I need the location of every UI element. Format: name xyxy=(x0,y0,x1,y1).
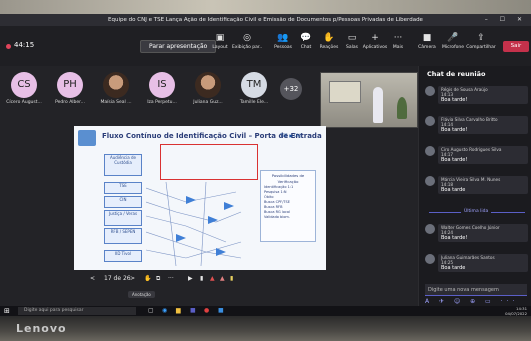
tooltip: Anotação xyxy=(128,291,155,298)
highlighter-icon[interactable]: ▮ xyxy=(230,275,233,282)
view-button[interactable]: ◎ Exibição par... xyxy=(232,32,262,52)
chat-compose-toolbar[interactable]: A ✈ ☺ ⊕ ▭ ··· xyxy=(425,298,527,306)
more-participants-button[interactable]: +32 xyxy=(280,78,302,100)
chat-input[interactable]: Digite uma nova mensagem xyxy=(425,284,527,296)
presenter-controls: < 17 de 26 > ✋ ⧉ ··· ▶ ▮ ▲ ▲ ▮ xyxy=(86,272,266,288)
chat-panel: Chat de reunião Régis de Sousa Araújo 14:… xyxy=(418,66,531,306)
participant-tile[interactable]: Juliana Guz... xyxy=(190,72,226,108)
laser-pointer-icon[interactable]: ▶ xyxy=(188,275,193,282)
windows-taskbar: ⊞ Digite aqui para pesquisar ▢ ◉ ▆ ■ ● ■… xyxy=(0,306,531,316)
participant-tile[interactable]: CS Cícero August... xyxy=(6,72,42,108)
view-icon: ◎ xyxy=(243,33,251,43)
slide-logo-icon xyxy=(78,130,96,146)
slide-highlight-frame xyxy=(160,144,258,180)
chrome-icon[interactable]: ● xyxy=(204,307,209,314)
photo-background-top xyxy=(0,0,531,14)
participant-tile[interactable]: TM Tamille Ele... xyxy=(236,72,272,108)
grid-icon[interactable]: ⧉ xyxy=(156,275,160,283)
unread-divider: Última lida xyxy=(429,209,525,219)
flow-box: Justiça / Veras xyxy=(104,210,142,226)
window-title: Equipe do CNJ e TSE Lança Ação de Identi… xyxy=(108,17,423,23)
recording-dot-icon xyxy=(6,44,11,49)
participant-tile[interactable]: PH Pedro Alber... xyxy=(52,72,88,108)
previous-slide-button[interactable]: < xyxy=(90,275,95,282)
flow-box: TSE xyxy=(104,182,142,194)
taskbar-clock: 14:31 04/07/2022 xyxy=(505,306,527,316)
window-controls[interactable]: – ☐ ✕ xyxy=(485,14,527,26)
page-indicator: 17 de 26 xyxy=(104,275,131,282)
flow-diagram-connections xyxy=(146,182,242,266)
monitor-bezel: Lenovo xyxy=(0,316,531,341)
verification-box: Possibilidades de Verificação Identifica… xyxy=(260,170,316,242)
flow-box: IID Tivol xyxy=(104,250,142,262)
avatar: CS xyxy=(11,72,37,98)
microphone-icon: 🎤 xyxy=(447,33,459,43)
more-icon[interactable]: ··· xyxy=(168,275,174,282)
meeting-toolbar: 44:15 Parar apresentação ▣ Layout ◎ Exibiç… xyxy=(0,26,531,66)
leave-button[interactable]: Sair xyxy=(503,41,529,52)
more-icon: ··· xyxy=(393,33,403,43)
edge-icon[interactable]: ◉ xyxy=(162,307,167,314)
window-titlebar: Equipe do CNJ e TSE Lança Ação de Identi… xyxy=(0,14,531,26)
share-icon: ⇪ xyxy=(477,33,485,43)
participant-tile[interactable]: Maísia Seal ... xyxy=(98,72,134,108)
layout-button[interactable]: ▣ Layout xyxy=(205,32,235,52)
flow-box: Audiência de Custódia xyxy=(104,154,142,176)
avatar xyxy=(425,224,435,234)
windows-start-icon[interactable]: ⊞ xyxy=(4,307,10,315)
flow-box: RFB / SEPEN xyxy=(104,228,142,244)
avatar: IS xyxy=(149,72,175,98)
outlook-icon[interactable]: ■ xyxy=(218,307,224,314)
eraser-icon[interactable]: ▮ xyxy=(200,275,203,282)
shared-slide: Fluxo Contínuo de Identificação Civil – … xyxy=(74,126,326,270)
avatar xyxy=(425,86,435,96)
avatar: PH xyxy=(57,72,83,98)
chat-header: Chat de reunião xyxy=(427,70,486,78)
teams-icon[interactable]: ■ xyxy=(190,307,196,314)
share-button[interactable]: ⇪ Compartilhar xyxy=(466,32,496,52)
video-room-screen xyxy=(329,81,361,103)
avatar xyxy=(425,254,435,264)
participants-row: CS Cícero August... PH Pedro Alber... Maís… xyxy=(0,66,315,124)
avatar xyxy=(425,116,435,126)
meeting-timer: 44:15 xyxy=(14,41,35,49)
next-slide-button[interactable]: > xyxy=(130,275,135,282)
slide-brand: TSE ▣ CNJ xyxy=(280,133,301,138)
video-plant xyxy=(397,97,407,119)
avatar xyxy=(425,146,435,156)
pointer-icon[interactable]: ✋ xyxy=(144,275,151,282)
flow-box: CIN xyxy=(104,196,142,208)
avatar: TM xyxy=(241,72,267,98)
participant-tile[interactable]: IS Iza Perpetu... xyxy=(144,72,180,108)
folder-icon[interactable]: ▆ xyxy=(176,307,181,314)
task-view-icon[interactable]: ▢ xyxy=(148,307,154,314)
monitor-screen: Equipe do CNJ e TSE Lança Ação de Identi… xyxy=(0,14,531,316)
taskbar-search-input[interactable]: Digite aqui para pesquisar xyxy=(18,307,136,315)
microphone-button[interactable]: 🎤 Microfone xyxy=(438,32,468,52)
layout-icon: ▣ xyxy=(215,33,225,43)
speaker-video[interactable] xyxy=(320,72,418,128)
pen-pink-icon[interactable]: ▲ xyxy=(220,275,225,282)
bezel-brand-logo: Lenovo xyxy=(16,322,67,335)
video-speaker-figure xyxy=(373,87,383,123)
avatar xyxy=(195,72,221,98)
more-button[interactable]: ··· Mais xyxy=(383,32,413,52)
avatar xyxy=(103,72,129,98)
pen-red-icon[interactable]: ▲ xyxy=(210,275,215,282)
avatar xyxy=(425,176,435,186)
